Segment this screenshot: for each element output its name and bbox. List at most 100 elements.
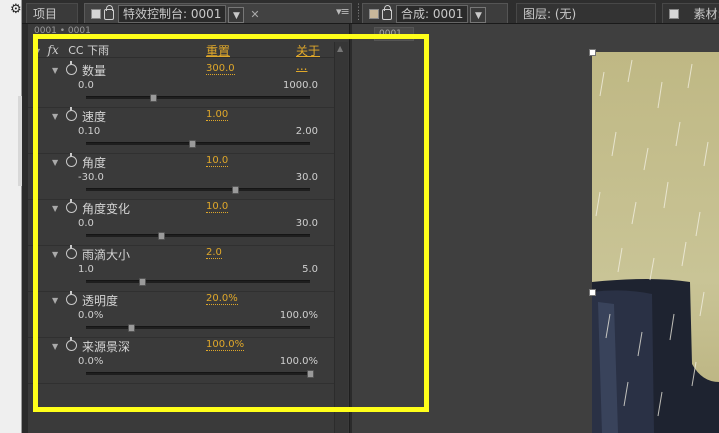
triangle-down-icon[interactable]: ▼ <box>52 204 58 213</box>
param-name: 来源景深 <box>82 340 131 354</box>
panel-square-icon <box>91 9 101 19</box>
param-max: 30.0 <box>295 172 318 183</box>
breadcrumb: 0001 • 0001 <box>34 26 91 36</box>
param-row: ▼ 数量 300.0 0.0 1000.0 <box>28 61 334 108</box>
stopwatch-icon[interactable] <box>66 61 77 75</box>
param-name: 雨滴大小 <box>82 248 131 262</box>
param-min: 0.0% <box>78 310 104 321</box>
param-slider[interactable] <box>86 232 310 240</box>
corner-handle-mid[interactable] <box>589 289 596 296</box>
param-min: 0.0 <box>78 80 94 91</box>
scroll-up-icon[interactable]: ▲ <box>337 44 343 53</box>
comp-viewer[interactable] <box>592 52 719 433</box>
param-name: 角度 <box>82 156 107 170</box>
param-max: 2.00 <box>295 126 318 137</box>
slider-thumb[interactable] <box>127 324 135 332</box>
param-value[interactable]: 10.0 <box>206 201 229 213</box>
tab-effects-control[interactable]: 特效控制台: 0001 ▼ ✕ <box>84 3 352 23</box>
lock-icon[interactable] <box>104 5 114 20</box>
param-min: 0.10 <box>78 126 101 137</box>
composition-panel: 0001 <box>352 24 719 433</box>
chevron-down-icon[interactable]: ▼ <box>228 7 245 23</box>
param-name: 角度变化 <box>82 202 131 216</box>
effects-control-panel: 0001 • 0001 ▼ fx CC 下雨 重置 关于 ... ▼ 数量 300.… <box>28 24 350 433</box>
param-min: -30.0 <box>78 172 104 183</box>
comp-label: 0001 <box>374 27 414 41</box>
triangle-down-icon[interactable]: ▼ <box>52 112 58 121</box>
panel-square-icon <box>669 9 679 19</box>
param-slider[interactable] <box>86 370 314 378</box>
gear-icon[interactable]: ⚙ <box>10 2 22 17</box>
stopwatch-icon[interactable] <box>66 245 77 259</box>
tab-footage[interactable]: 素材: <box>662 3 719 23</box>
tools-panel-edge: ⚙ <box>0 0 22 433</box>
param-max: 100.0% <box>279 310 318 321</box>
param-row: ▼ 角度变化 10.0 0.0 30.0 <box>28 199 334 246</box>
param-value[interactable]: 300.0 <box>206 63 235 75</box>
reset-link[interactable]: 重置 <box>206 42 230 59</box>
comp-square-icon <box>369 9 379 19</box>
param-min: 1.0 <box>78 264 94 275</box>
slider-thumb[interactable] <box>150 94 158 102</box>
effect-header: ▼ fx CC 下雨 重置 关于 ... <box>34 42 334 73</box>
param-min: 0.0% <box>78 356 104 367</box>
close-icon[interactable]: ✕ <box>250 5 259 25</box>
tab-layer-label: 图层: (无) <box>523 7 577 21</box>
triangle-down-icon[interactable]: ▼ <box>52 158 58 167</box>
param-slider[interactable] <box>86 94 310 102</box>
tab-composition[interactable]: 合成: 0001 ▼ <box>362 3 508 23</box>
stopwatch-icon[interactable] <box>66 291 77 305</box>
param-row: ▼ 来源景深 100.0% 0.0% 100.0% <box>28 337 334 384</box>
param-max: 1000.0 <box>283 80 318 91</box>
param-slider[interactable] <box>86 186 310 194</box>
triangle-down-icon[interactable]: ▼ <box>52 296 58 305</box>
panel-menu-icon[interactable]: ▾≡ <box>336 5 350 18</box>
param-max: 100.0% <box>279 356 318 367</box>
param-value[interactable]: 100.0% <box>206 339 245 351</box>
param-value[interactable]: 1.00 <box>206 109 229 121</box>
param-row: ▼ 角度 10.0 -30.0 30.0 <box>28 153 334 200</box>
triangle-down-icon[interactable]: ▼ <box>52 66 58 75</box>
tab-project-label: 项目 <box>33 7 58 21</box>
rain-scene-image <box>592 52 719 433</box>
param-row: ▼ 雨滴大小 2.0 1.0 5.0 <box>28 245 334 292</box>
slider-thumb[interactable] <box>139 278 146 286</box>
param-min: 0.0 <box>78 218 94 229</box>
param-value[interactable]: 10.0 <box>206 155 229 167</box>
panel-tab-bar: 项目 特效控制台: 0001 ▼ ✕ ⋮ ⋮ 合成: 0001 ▼ 图层: (无) 素材… <box>22 0 719 24</box>
effect-name: CC 下雨 <box>68 44 110 57</box>
param-name: 速度 <box>82 110 107 124</box>
panel-divider <box>18 96 22 186</box>
param-slider[interactable] <box>86 324 310 332</box>
param-value[interactable]: 2.0 <box>206 247 222 259</box>
param-name: 透明度 <box>82 294 119 308</box>
triangle-down-icon[interactable]: ▼ <box>52 342 58 351</box>
param-max: 5.0 <box>302 264 318 275</box>
corner-handle-top[interactable] <box>589 49 596 56</box>
stopwatch-icon[interactable] <box>66 153 77 167</box>
slider-thumb[interactable] <box>232 186 240 194</box>
lock-icon[interactable] <box>382 5 392 20</box>
tab-layer[interactable]: 图层: (无) <box>516 3 656 23</box>
param-name: 数量 <box>82 64 107 78</box>
param-value[interactable]: 20.0% <box>206 293 238 305</box>
slider-thumb[interactable] <box>157 232 165 240</box>
tab-effects-title: 特效控制台: 0001 <box>118 5 227 23</box>
stopwatch-icon[interactable] <box>66 337 77 351</box>
chevron-down-icon[interactable]: ▼ <box>470 7 487 23</box>
stopwatch-icon[interactable] <box>66 107 77 121</box>
stopwatch-icon[interactable] <box>66 199 77 213</box>
scrollbar[interactable]: ▲ <box>334 42 348 433</box>
slider-thumb[interactable] <box>189 140 197 148</box>
tab-footage-label: 素材: <box>693 7 719 21</box>
param-slider[interactable] <box>86 278 310 286</box>
grip-icon[interactable]: ⋮ ⋮ <box>354 4 363 22</box>
triangle-down-icon[interactable]: ▼ <box>52 250 58 259</box>
fx-icon[interactable]: fx <box>48 43 59 57</box>
param-slider[interactable] <box>86 140 310 148</box>
triangle-down-icon[interactable]: ▼ <box>34 47 44 56</box>
slider-thumb[interactable] <box>307 370 314 378</box>
tab-comp-title: 合成: 0001 <box>396 5 469 23</box>
param-max: 30.0 <box>295 218 318 229</box>
tab-project[interactable]: 项目 <box>26 3 78 23</box>
